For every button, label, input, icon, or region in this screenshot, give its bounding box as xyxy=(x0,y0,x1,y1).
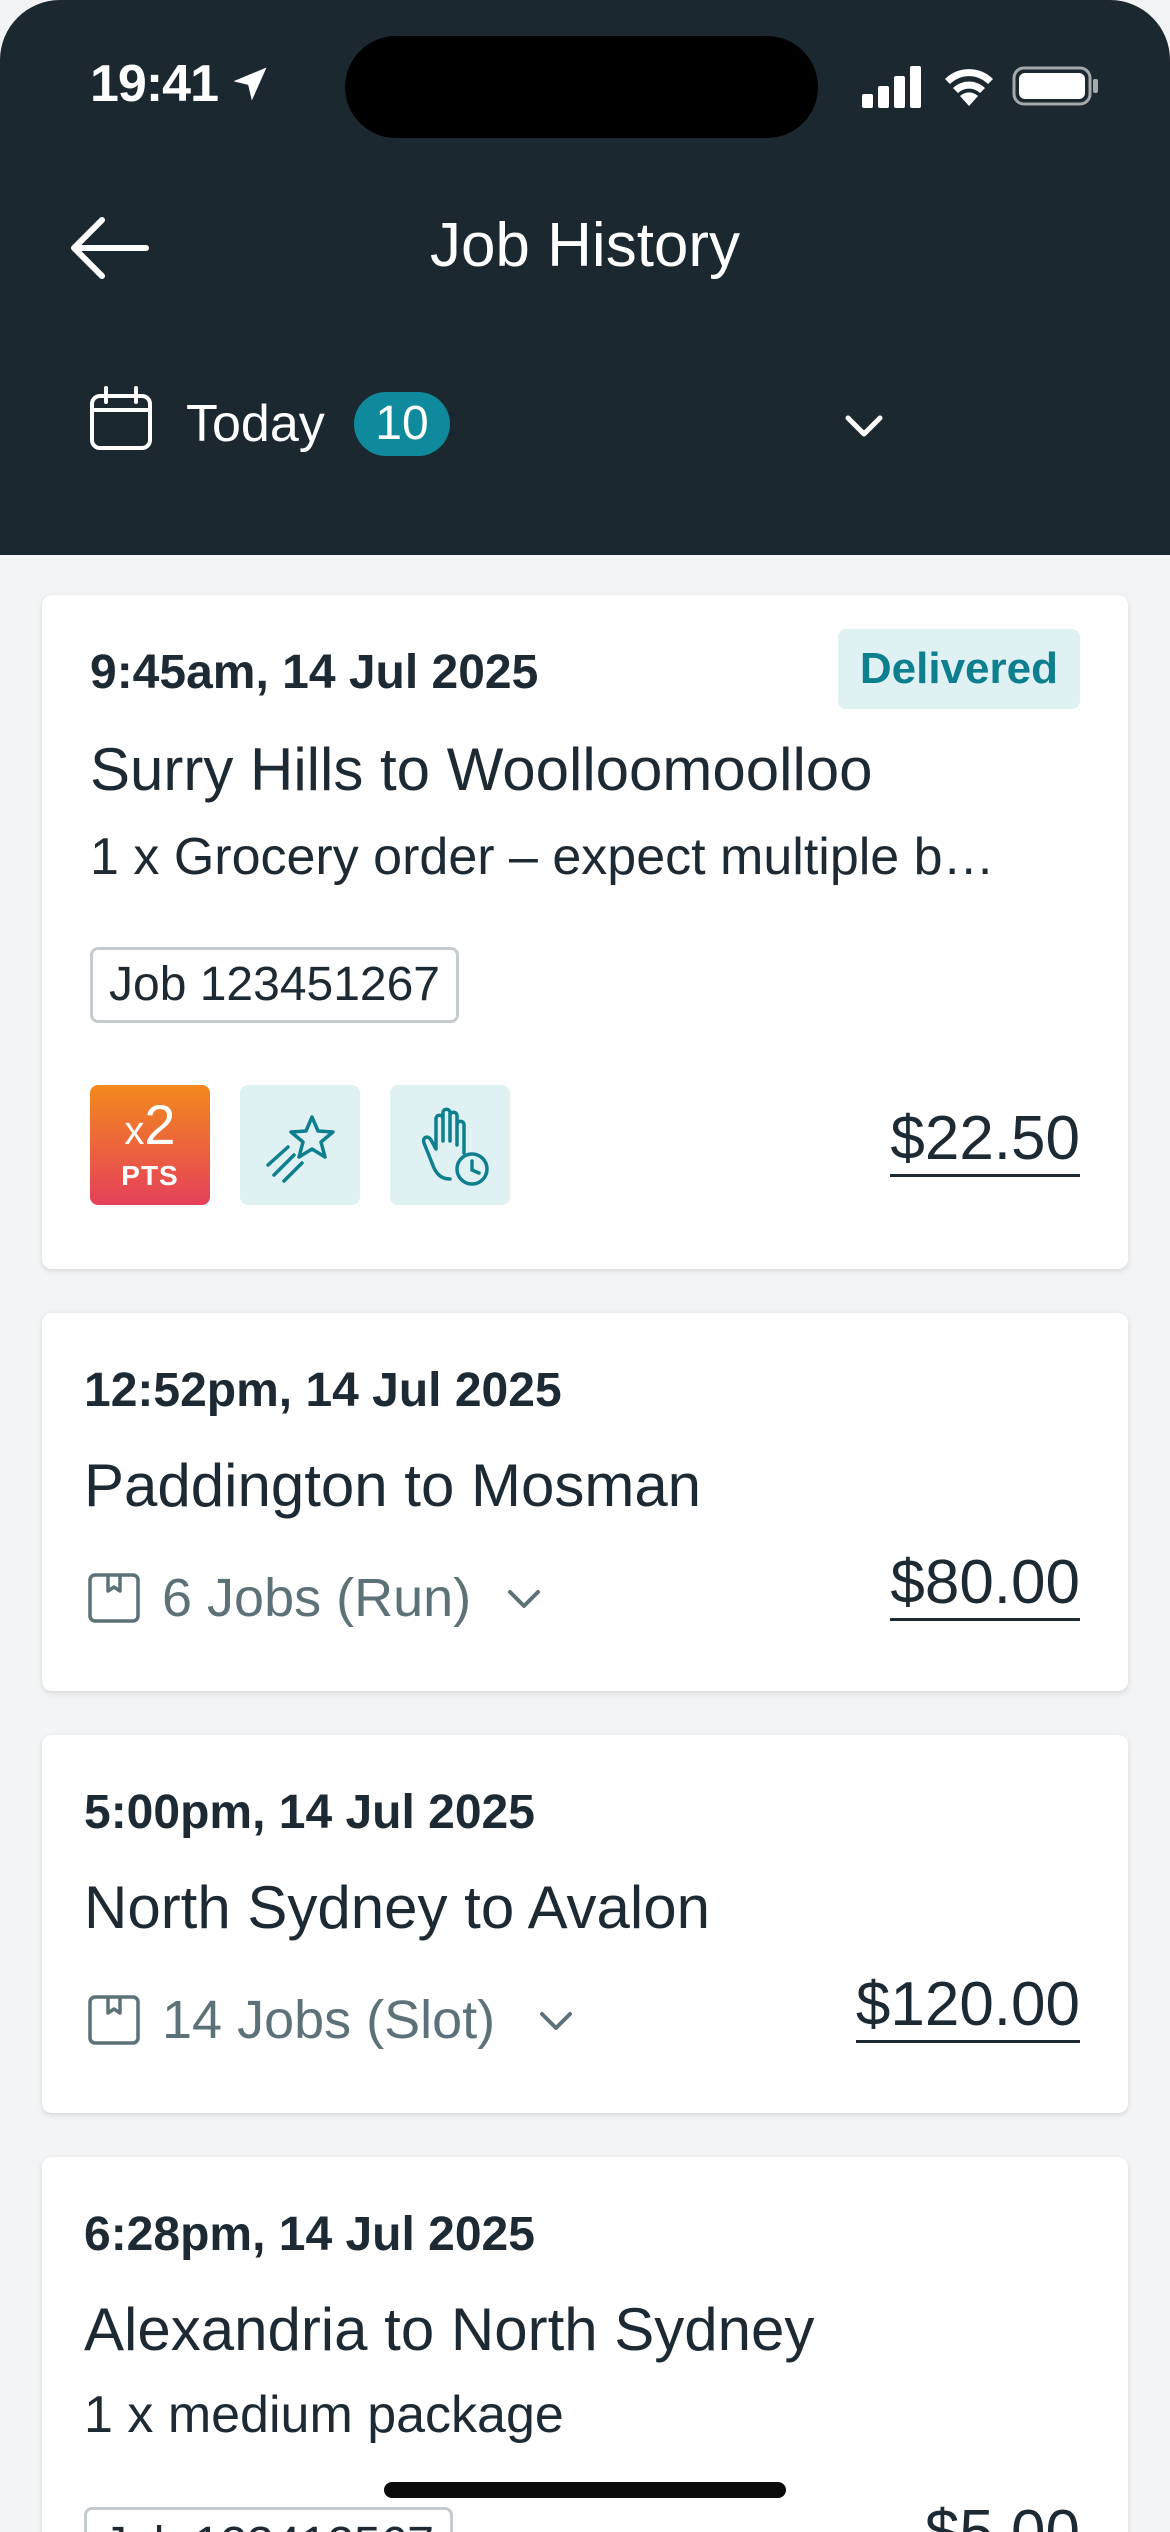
job-route: Alexandria to North Sydney xyxy=(84,2296,815,2363)
slot-jobs-label: 14 Jobs (Slot) xyxy=(162,1990,496,2050)
dynamic-island xyxy=(345,36,818,138)
chevron-down-icon xyxy=(845,415,883,437)
date-filter-dropdown[interactable]: Today 10 xyxy=(80,370,900,480)
job-number-tag: Job 123451267 xyxy=(90,947,459,1023)
double-points-badge: x2 PTS xyxy=(90,1085,210,1205)
job-history-list: 9:45am, 14 Jul 2025 Delivered Surry Hill… xyxy=(0,555,1170,2532)
app-header: 19:41 Job History Today 10 xyxy=(0,0,1170,555)
job-time: 6:28pm, 14 Jul 2025 xyxy=(84,2208,535,2261)
points-multiplier: 2 xyxy=(144,1093,176,1156)
package-box-icon xyxy=(88,1995,140,2045)
location-arrow-icon xyxy=(233,67,267,101)
points-prefix: x xyxy=(124,1109,145,1153)
page-title: Job History xyxy=(429,211,741,280)
cellular-signal-icon xyxy=(862,66,921,108)
slot-jobs-toggle[interactable]: 14 Jobs (Slot) xyxy=(84,1983,624,2053)
chevron-down-icon xyxy=(508,1590,540,1608)
date-filter-label: Today xyxy=(186,395,325,453)
chevron-down-icon xyxy=(540,2012,572,2030)
job-description: 1 x Grocery order – expect multiple b… xyxy=(90,828,995,886)
job-number-tag: Job 123412567 xyxy=(84,2507,453,2532)
phone-screen: 19:41 Job History Today 10 9:45am, 14 Ju… xyxy=(0,0,1170,2532)
shooting-star-icon xyxy=(240,1085,360,1205)
status-bar: 19:41 xyxy=(0,0,1170,170)
hand-clock-icon xyxy=(390,1085,510,1205)
job-description: 1 x medium package xyxy=(84,2386,564,2444)
wifi-icon xyxy=(945,69,993,106)
home-indicator[interactable] xyxy=(384,2482,786,2498)
package-box-icon xyxy=(88,1573,140,1623)
job-card[interactable]: 9:45am, 14 Jul 2025 Delivered Surry Hill… xyxy=(42,595,1128,1269)
job-route: Surry Hills to Woolloomoolloo xyxy=(90,736,873,803)
job-time: 9:45am, 14 Jul 2025 xyxy=(90,646,539,699)
job-route: Paddington to Mosman xyxy=(84,1452,702,1519)
calendar-icon xyxy=(90,386,152,450)
run-jobs-toggle[interactable]: 6 Jobs (Run) xyxy=(84,1561,604,1631)
job-card[interactable]: 12:52pm, 14 Jul 2025 Paddington to Mosma… xyxy=(42,1313,1128,1691)
job-time: 5:00pm, 14 Jul 2025 xyxy=(84,1786,535,1839)
battery-icon xyxy=(1012,66,1098,106)
job-card[interactable]: 6:28pm, 14 Jul 2025 Alexandria to North … xyxy=(42,2157,1128,2532)
job-time: 12:52pm, 14 Jul 2025 xyxy=(84,1364,562,1417)
run-jobs-label: 6 Jobs (Run) xyxy=(162,1568,472,1628)
job-price: $22.50 xyxy=(890,1103,1080,1178)
job-route: North Sydney to Avalon xyxy=(84,1874,710,1941)
status-badge: Delivered xyxy=(837,629,1080,709)
job-card[interactable]: 5:00pm, 14 Jul 2025 North Sydney to Aval… xyxy=(42,1735,1128,2113)
status-time: 19:41 xyxy=(90,55,219,113)
job-price: $5.00 xyxy=(925,2497,1080,2532)
points-unit: PTS xyxy=(121,1160,179,1191)
job-price: $120.00 xyxy=(855,1969,1080,2044)
job-count-badge: 10 xyxy=(354,392,450,456)
job-price: $80.00 xyxy=(890,1547,1080,1622)
